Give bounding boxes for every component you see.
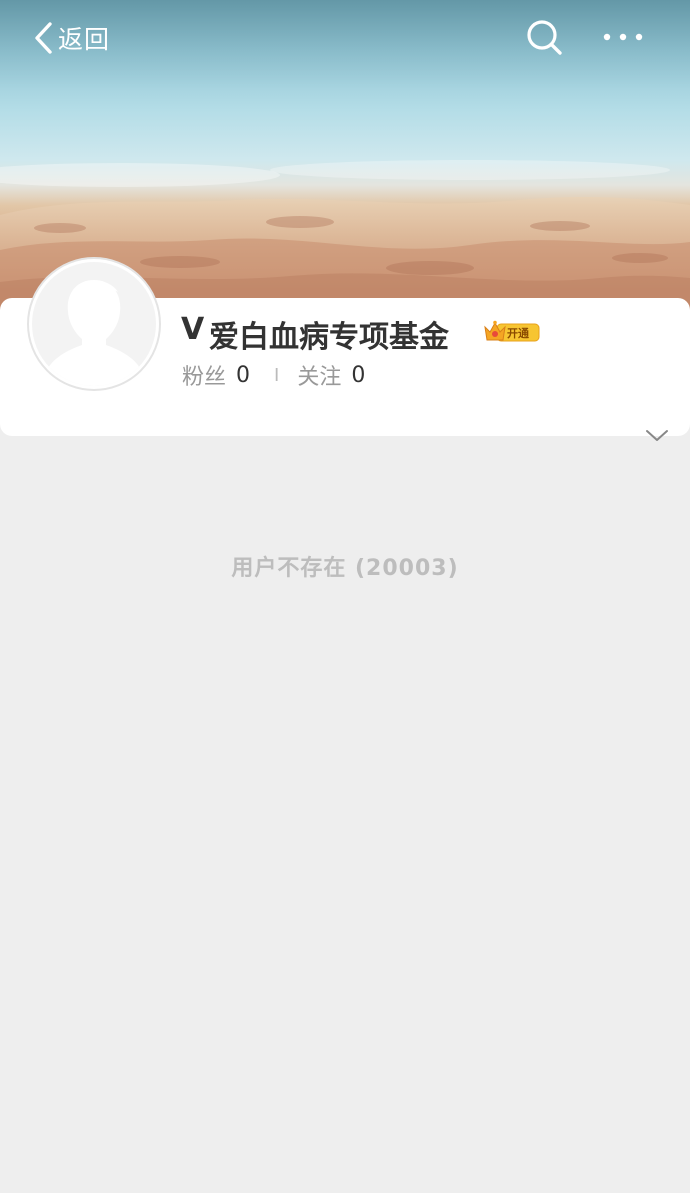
followers-count[interactable]: 0 (236, 363, 250, 388)
default-user-icon (46, 280, 142, 386)
more-icon (603, 33, 643, 41)
avatar[interactable] (27, 257, 161, 391)
verified-mark: V (181, 312, 205, 347)
more-button[interactable] (600, 22, 646, 52)
profile-stats: 粉丝 0 I 关注 0 (182, 359, 365, 391)
back-button[interactable]: 返回 (32, 18, 110, 58)
following-label[interactable]: 关注 (297, 359, 341, 391)
back-button-label: 返回 (58, 25, 111, 54)
chevron-left-icon (35, 22, 52, 54)
chevron-down-icon (646, 430, 668, 441)
expand-profile-button[interactable] (644, 428, 670, 444)
user-not-found-message: 用户不存在 (20003) (231, 556, 459, 581)
vip-open-badge[interactable]: 开通 (483, 319, 541, 345)
vip-badge-label: 开通 (507, 327, 529, 340)
following-count[interactable]: 0 (351, 363, 365, 388)
user-name: 爱白血病专项基金 (209, 320, 449, 355)
crown-icon: 开通 (484, 320, 540, 342)
avatar-placeholder (32, 262, 156, 386)
followers-label[interactable]: 粉丝 (182, 359, 226, 391)
search-icon (527, 20, 562, 55)
search-button[interactable] (524, 17, 564, 57)
stats-divider: I (274, 364, 280, 386)
